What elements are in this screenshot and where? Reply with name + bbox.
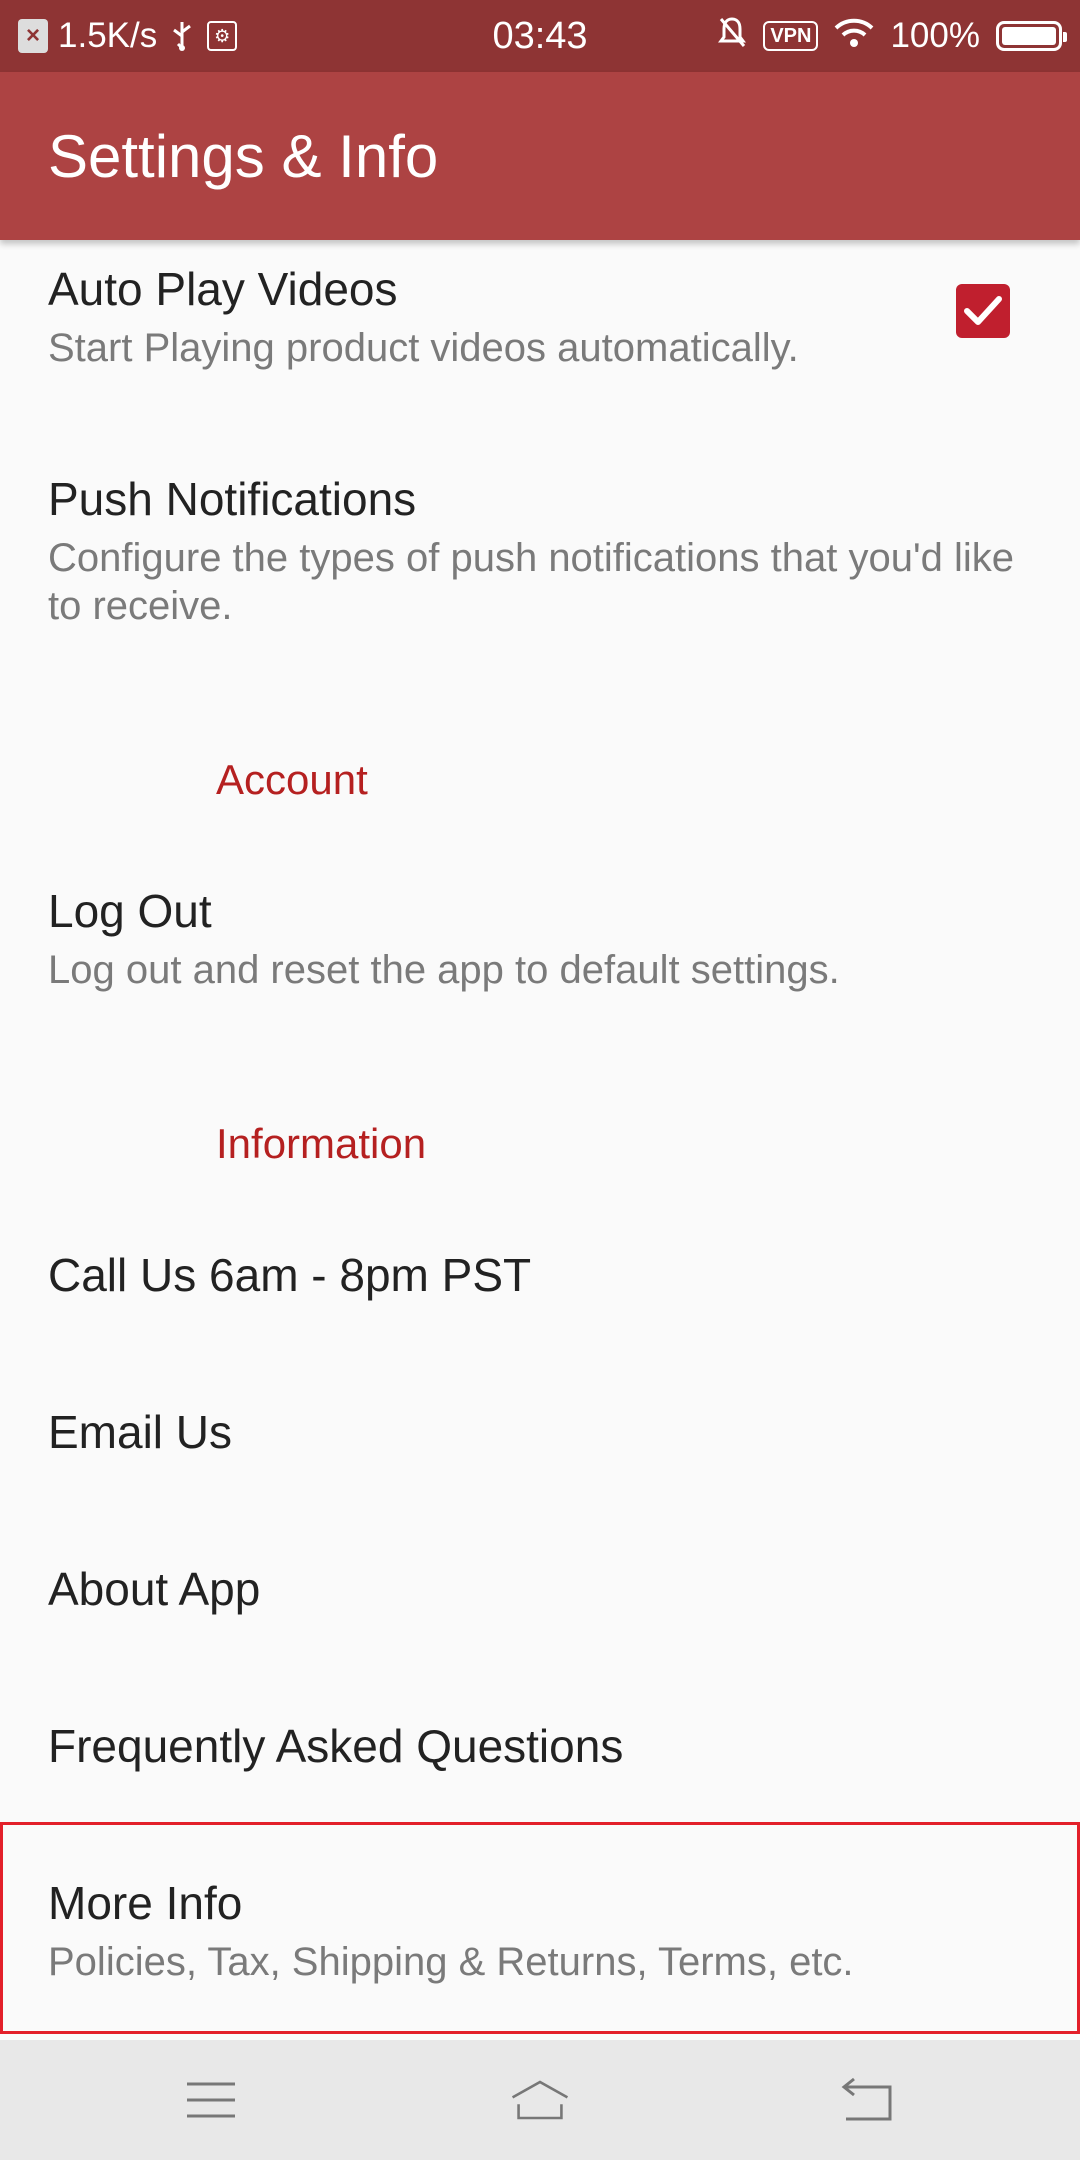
battery-icon	[996, 21, 1067, 51]
pref-faq[interactable]: Frequently Asked Questions	[48, 1719, 1038, 1773]
pref-title: Log Out	[48, 885, 212, 937]
pref-title: About App	[48, 1563, 261, 1615]
status-right: VPN 100%	[717, 0, 1067, 72]
pref-more-info[interactable]: More Info Policies, Tax, Shipping & Retu…	[48, 1876, 1038, 1986]
pref-call-us[interactable]: Call Us 6am - 8pm PST	[48, 1248, 1038, 1302]
pref-push-notifications[interactable]: Push Notifications Configure the types o…	[48, 472, 1038, 630]
mute-bell-icon	[717, 15, 747, 58]
pref-auto-play[interactable]: Auto Play Videos Start Playing product v…	[48, 262, 1038, 372]
pref-summary: Policies, Tax, Shipping & Returns, Terms…	[48, 1940, 854, 1984]
page-title: Settings & Info	[48, 122, 439, 190]
pref-title: Push Notifications	[48, 473, 417, 525]
pref-log-out[interactable]: Log Out Log out and reset the app to def…	[48, 884, 1038, 994]
pref-title: Auto Play Videos	[48, 263, 398, 315]
pref-summary: Configure the types of push notification…	[48, 536, 1014, 628]
section-header-account: Account	[216, 756, 368, 803]
app-bar: Settings & Info	[0, 72, 1080, 240]
status-bar: × 1.5K/s ⚙ 03:43 VPN 100%	[0, 0, 1080, 72]
pref-email-us[interactable]: Email Us	[48, 1405, 1038, 1459]
section-header-information: Information	[216, 1120, 427, 1167]
checkmark-icon	[964, 296, 1002, 325]
vpn-icon: VPN	[763, 21, 819, 51]
navigation-bar	[0, 2040, 1080, 2160]
menu-icon[interactable]	[181, 2070, 241, 2130]
pref-title: More Info	[48, 1877, 243, 1929]
pref-title: Email Us	[48, 1406, 233, 1458]
pref-summary: Start Playing product videos automatical…	[48, 326, 799, 370]
pref-summary: Log out and reset the app to default set…	[48, 948, 840, 992]
back-icon[interactable]	[838, 2070, 898, 2130]
auto-play-checkbox[interactable]	[956, 284, 1010, 338]
pref-title: Frequently Asked Questions	[48, 1720, 624, 1772]
home-icon[interactable]	[510, 2070, 570, 2130]
pref-about-app[interactable]: About App	[48, 1562, 1038, 1616]
wifi-icon	[834, 16, 874, 57]
pref-title: Call Us 6am - 8pm PST	[48, 1249, 532, 1301]
battery-percent: 100%	[890, 16, 980, 55]
clock: 03:43	[492, 14, 588, 57]
